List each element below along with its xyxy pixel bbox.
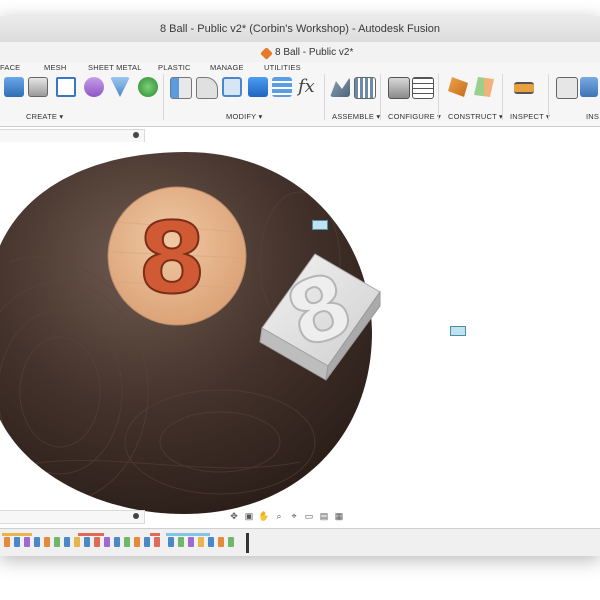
- tab-sheet-metal[interactable]: SHEET METAL: [88, 62, 142, 74]
- axis-icon[interactable]: [474, 77, 494, 97]
- viewport-canvas[interactable]: 8 8: [0, 142, 600, 516]
- document-tab-label: 8 Ball - Public v2*: [275, 47, 354, 58]
- change-parameters-icon[interactable]: fx: [298, 76, 315, 97]
- timeline-feature[interactable]: [94, 537, 100, 547]
- joint-marker[interactable]: [312, 220, 328, 230]
- comments-panel-header[interactable]: [0, 510, 145, 524]
- group-divider: [380, 74, 381, 120]
- group-divider: [324, 74, 325, 120]
- insert-derive-icon[interactable]: [580, 77, 598, 97]
- group-insert[interactable]: INS: [586, 112, 599, 122]
- group-divider: [163, 74, 164, 120]
- timeline-feature[interactable]: [208, 537, 214, 547]
- plane-icon[interactable]: [448, 77, 468, 97]
- document-tab[interactable]: 8 Ball - Public v2*: [260, 45, 354, 61]
- plastic-icon[interactable]: [84, 77, 104, 97]
- visual-style-icon[interactable]: ▤: [318, 510, 330, 522]
- orbit-icon[interactable]: ✥: [228, 510, 240, 522]
- title-bar: 8 Ball - Public v2* (Corbin's Workshop) …: [0, 16, 600, 43]
- timeline-feature[interactable]: [104, 537, 110, 547]
- timeline-feature[interactable]: [198, 537, 204, 547]
- sheet-metal-icon[interactable]: [110, 77, 130, 97]
- insert-icon[interactable]: [556, 77, 578, 99]
- panel-options-icon[interactable]: [133, 132, 139, 138]
- timeline-feature[interactable]: [84, 537, 90, 547]
- group-assemble[interactable]: ASSEMBLE ▾: [332, 112, 380, 122]
- document-tab-bar: 8 Ball - Public v2*: [0, 42, 600, 63]
- group-configure[interactable]: CONFIGURE ▾: [388, 112, 441, 122]
- extrude-icon[interactable]: [4, 77, 24, 97]
- fit-icon[interactable]: ⌖: [288, 510, 300, 522]
- toolbar-ribbon: FACE MESH SHEET METAL PLASTIC MANAGE UTI…: [0, 62, 600, 127]
- display-icon[interactable]: ▭: [303, 510, 315, 522]
- timeline-group-stripe: [166, 533, 210, 536]
- press-pull-icon[interactable]: [170, 77, 192, 99]
- table-icon[interactable]: [412, 77, 434, 99]
- timeline-feature[interactable]: [124, 537, 130, 547]
- joint-marker[interactable]: [450, 326, 466, 336]
- timeline-feature[interactable]: [134, 537, 140, 547]
- box-icon[interactable]: [28, 77, 48, 97]
- tab-utilities[interactable]: UTILITIES: [264, 62, 301, 74]
- timeline-feature[interactable]: [74, 537, 80, 547]
- group-construct[interactable]: CONSTRUCT ▾: [448, 112, 503, 122]
- browser-panel-header[interactable]: [0, 129, 145, 143]
- group-divider: [502, 74, 503, 120]
- timeline-playhead[interactable]: [246, 533, 249, 553]
- joint-icon[interactable]: [330, 77, 350, 97]
- model-scene: 8 8: [0, 152, 381, 514]
- group-divider: [548, 74, 549, 120]
- tab-mesh[interactable]: MESH: [44, 62, 66, 74]
- timeline-feature[interactable]: [64, 537, 70, 547]
- combine-icon[interactable]: [248, 77, 268, 97]
- timeline-feature[interactable]: [178, 537, 184, 547]
- look-at-icon[interactable]: ▣: [243, 510, 255, 522]
- timeline-feature[interactable]: [154, 537, 160, 547]
- timeline-group-stripe: [2, 533, 32, 536]
- tab-manage[interactable]: MANAGE: [210, 62, 244, 74]
- sketch-icon[interactable]: [56, 77, 76, 97]
- align-icon[interactable]: [272, 77, 292, 97]
- timeline-feature[interactable]: [4, 537, 10, 547]
- grid-icon[interactable]: ▦: [333, 510, 345, 522]
- navigation-bar: ✥ ▣ ✋ ⌕ ⌖ ▭ ▤ ▦: [228, 509, 372, 523]
- timeline-feature[interactable]: [168, 537, 174, 547]
- ball-number: 8: [138, 202, 206, 316]
- timeline-feature[interactable]: [44, 537, 50, 547]
- app-window: 8 Ball - Public v2* (Corbin's Workshop) …: [0, 16, 600, 556]
- fusion-document-icon: [260, 46, 273, 60]
- measure-icon[interactable]: [514, 82, 534, 94]
- zoom-icon[interactable]: ⌕: [273, 510, 285, 522]
- timeline-feature[interactable]: [54, 537, 60, 547]
- timeline-feature[interactable]: [24, 537, 30, 547]
- configure-icon[interactable]: [388, 77, 410, 99]
- group-inspect[interactable]: INSPECT ▾: [510, 112, 550, 122]
- timeline-group-stripe: [78, 533, 104, 536]
- timeline: [0, 528, 600, 556]
- timeline-feature[interactable]: [14, 537, 20, 547]
- timeline-feature[interactable]: [218, 537, 224, 547]
- pan-icon[interactable]: ✋: [258, 510, 270, 522]
- group-divider: [438, 74, 439, 120]
- tab-surface[interactable]: FACE: [0, 62, 20, 74]
- group-modify[interactable]: MODIFY ▾: [226, 112, 262, 122]
- group-create[interactable]: CREATE ▾: [26, 112, 63, 122]
- fillet-icon[interactable]: [196, 77, 218, 99]
- tab-plastic[interactable]: PLASTIC: [158, 62, 191, 74]
- mesh-icon[interactable]: [138, 77, 158, 97]
- joint-origin-icon[interactable]: [354, 77, 376, 99]
- panel-options-icon[interactable]: [133, 513, 139, 519]
- timeline-feature[interactable]: [228, 537, 234, 547]
- shell-icon[interactable]: [222, 77, 242, 97]
- timeline-group-stripe: [150, 533, 160, 536]
- timeline-feature[interactable]: [114, 537, 120, 547]
- window-title: 8 Ball - Public v2* (Corbin's Workshop) …: [159, 23, 441, 35]
- timeline-feature[interactable]: [34, 537, 40, 547]
- timeline-feature[interactable]: [188, 537, 194, 547]
- timeline-feature[interactable]: [144, 537, 150, 547]
